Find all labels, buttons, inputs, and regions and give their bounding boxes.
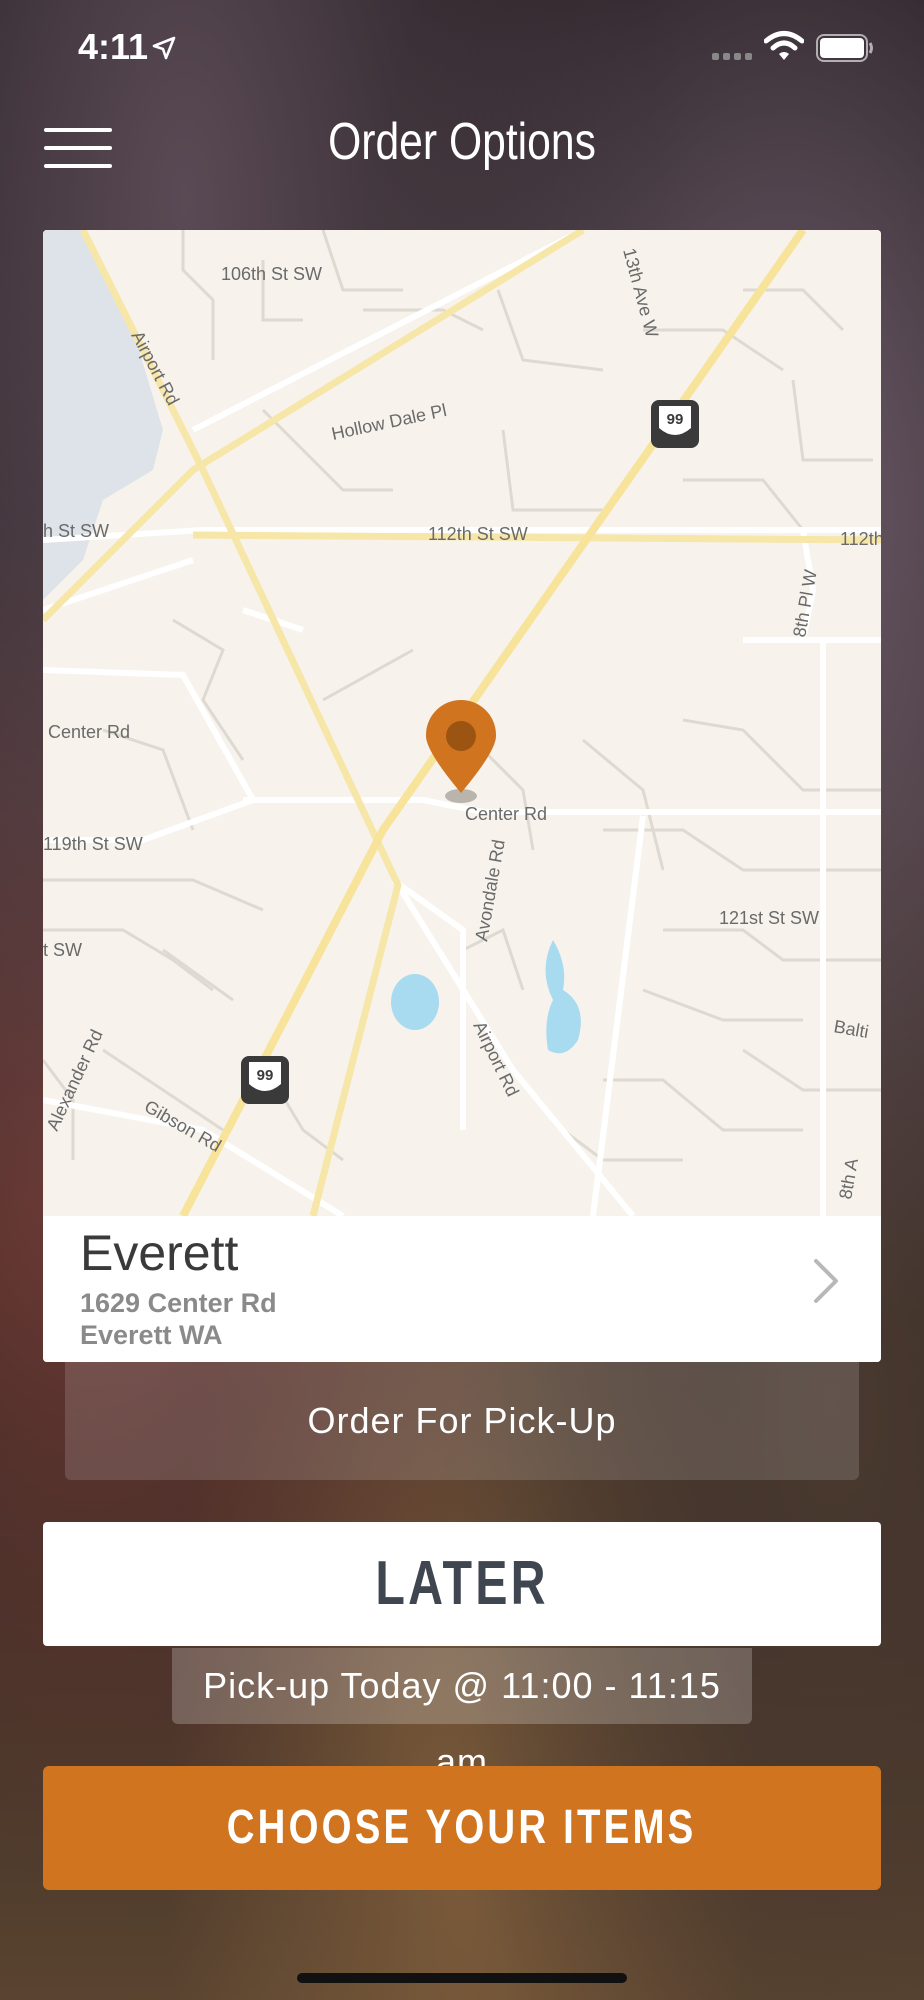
status-bar: 4:11 <box>0 0 924 100</box>
svg-text:Gibson Rd: Gibson Rd <box>141 1096 225 1156</box>
route-99-shield-icon: 99 <box>651 400 699 448</box>
svg-text:Hollow Dale Pl: Hollow Dale Pl <box>330 400 449 444</box>
nav-bar: Order Options <box>0 100 924 200</box>
svg-text:112th: 112th <box>840 529 881 549</box>
svg-text:8th Pl W: 8th Pl W <box>789 568 821 638</box>
battery-icon <box>816 34 873 62</box>
svg-text:8th A: 8th A <box>835 1157 862 1201</box>
svg-text:99: 99 <box>667 411 684 428</box>
svg-text:Alexander Rd: Alexander Rd <box>43 1026 107 1133</box>
map-graphic: 106th St SW 13th Ave W Airport Rd Hollow… <box>43 230 881 1216</box>
location-address-line2: Everett WA <box>80 1320 223 1350</box>
svg-text:t SW: t SW <box>43 940 82 960</box>
chevron-right-icon <box>814 1259 838 1303</box>
svg-text:Avondale Rd: Avondale Rd <box>471 838 509 943</box>
wifi-icon <box>764 31 804 60</box>
order-mode-pickup[interactable]: Order For Pick-Up <box>65 1362 859 1480</box>
svg-text:h St SW: h St SW <box>43 521 109 541</box>
svg-text:121st St SW: 121st St SW <box>719 908 819 928</box>
choose-items-button[interactable]: CHOOSE YOUR ITEMS <box>43 1766 881 1890</box>
cellular-signal-icon <box>712 53 752 60</box>
choose-items-label: CHOOSE YOUR ITEMS <box>227 1801 697 1854</box>
location-card: 106th St SW 13th Ave W Airport Rd Hollow… <box>43 230 881 1362</box>
map-view[interactable]: 106th St SW 13th Ave W Airport Rd Hollow… <box>43 230 881 1216</box>
svg-text:Airport Rd: Airport Rd <box>469 1018 522 1100</box>
pickup-time-label: Pick-up Today @ 11:00 - 11:15 am <box>172 1648 752 1782</box>
location-arrow-icon <box>152 36 176 60</box>
svg-text:Balti: Balti <box>832 1016 870 1042</box>
page-title: Order Options <box>328 113 596 171</box>
location-address-line1: 1629 Center Rd <box>80 1288 277 1318</box>
svg-text:99: 99 <box>257 1067 274 1084</box>
svg-text:Center Rd: Center Rd <box>465 804 547 824</box>
svg-text:112th St SW: 112th St SW <box>428 524 528 544</box>
svg-text:Center Rd: Center Rd <box>48 722 130 742</box>
svg-text:106th St SW: 106th St SW <box>221 264 322 284</box>
svg-text:13th Ave W: 13th Ave W <box>619 246 662 340</box>
route-99-shield-icon: 99 <box>241 1056 289 1104</box>
location-row[interactable]: Everett 1629 Center Rd Everett WA <box>43 1216 881 1362</box>
status-time: 4:11 <box>78 26 149 67</box>
location-pin-icon[interactable] <box>425 700 497 803</box>
svg-text:119th St SW: 119th St SW <box>43 834 143 854</box>
location-name: Everett <box>80 1225 239 1281</box>
later-button[interactable]: LATER <box>43 1522 881 1646</box>
later-button-label: LATER <box>375 1549 549 1618</box>
home-indicator <box>297 1973 627 1983</box>
